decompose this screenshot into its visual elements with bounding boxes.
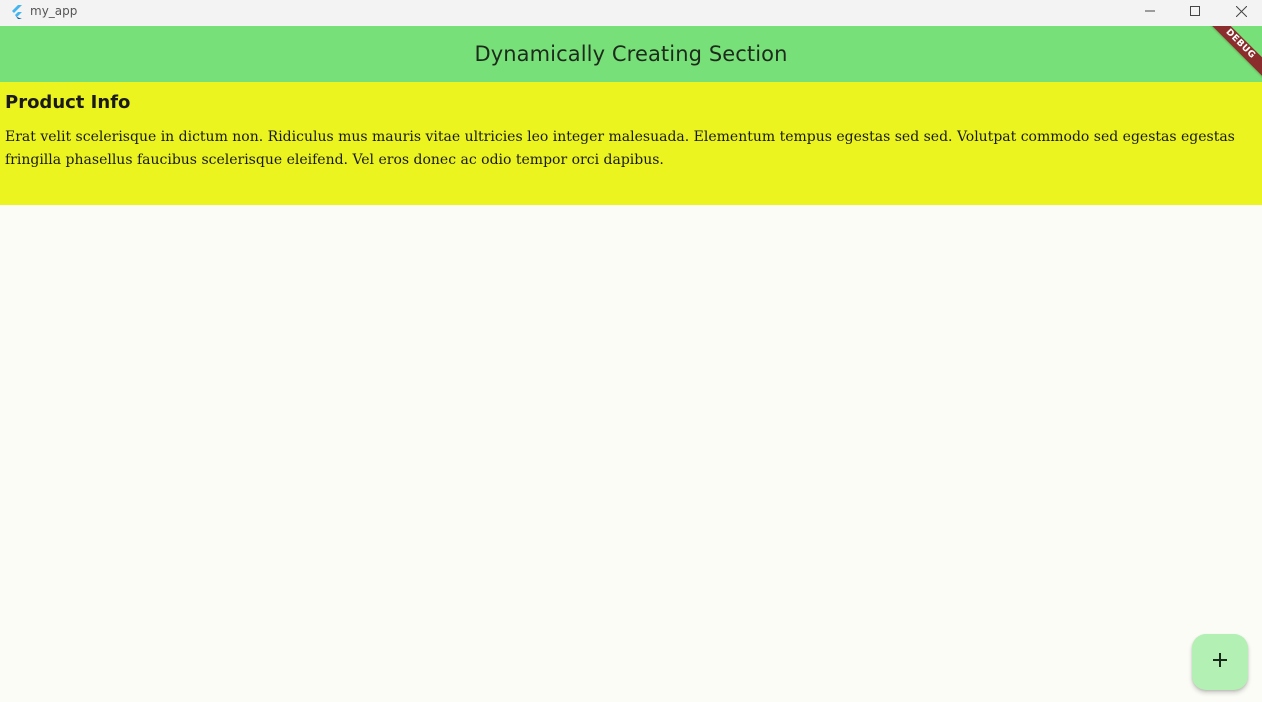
maximize-icon [1190,6,1200,16]
product-section: Product Info Erat velit scelerisque in d… [0,82,1262,205]
close-button[interactable] [1218,0,1262,22]
flutter-logo-icon [9,4,25,20]
close-icon [1235,5,1247,17]
page-title: Dynamically Creating Section [474,42,788,66]
section-title: Product Info [5,92,131,113]
app-window: my_app Dynamically Creating Section DEBU… [0,0,1262,702]
debug-banner: DEBUG [1204,26,1262,81]
window-title: my_app [30,4,78,18]
add-section-button[interactable] [1192,634,1248,690]
section-body: Erat velit scelerisque in dictum non. Ri… [5,129,1235,168]
title-bar: my_app [0,0,1262,26]
plus-icon [1212,652,1228,672]
maximize-button[interactable] [1172,0,1218,22]
app-bar: Dynamically Creating Section DEBUG [0,26,1262,82]
minimize-icon [1145,6,1155,16]
minimize-button[interactable] [1127,0,1173,22]
